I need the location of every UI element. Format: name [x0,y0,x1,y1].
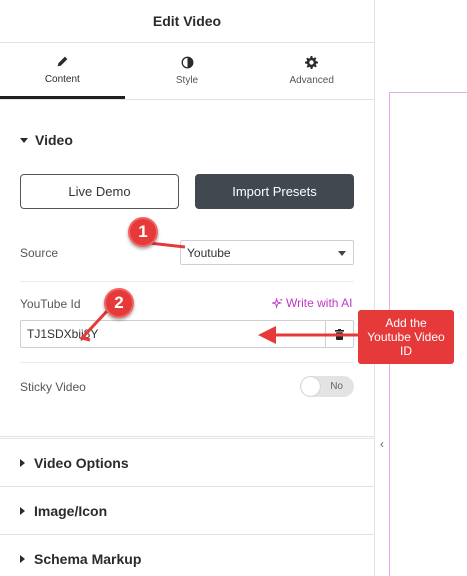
preset-buttons: Live Demo Import Presets [20,174,354,209]
youtube-id-field [20,320,354,348]
tab-style[interactable]: Style [125,43,250,99]
tab-content[interactable]: Content [0,43,125,99]
divider [20,281,354,282]
write-with-ai-label: Write with AI [286,296,353,310]
import-presets-button[interactable]: Import Presets [195,174,354,209]
trash-icon [335,328,344,340]
divider [20,362,354,363]
tab-advanced-label: Advanced [289,75,334,86]
sticky-video-label: Sticky Video [20,380,86,394]
section-video-options[interactable]: Video Options [0,438,374,486]
section-image-icon-title: Image/Icon [34,502,108,519]
tab-advanced[interactable]: Advanced [249,43,374,99]
caret-right-icon [20,458,25,467]
youtube-id-input[interactable] [21,321,325,347]
youtube-id-label: YouTube Id [20,297,81,311]
section-schema-markup-title: Schema Markup [34,550,142,567]
caret-right-icon [20,554,25,563]
half-circle-icon [181,56,193,69]
source-label: Source [20,246,59,260]
write-with-ai-link[interactable]: Write with AI [272,296,352,310]
caret-right-icon [20,506,25,515]
caret-down-icon [20,137,28,143]
chevron-down-icon [338,251,346,256]
annotation-callout: Add the Youtube Video ID [358,310,454,364]
toggle-text: No [330,381,343,392]
gear-icon [305,56,319,69]
tab-content-label: Content [44,73,80,85]
pencil-icon [57,56,68,66]
editor-root: Edit Video Content Style Advanced Video … [0,0,467,576]
source-select-value: Youtube [187,245,231,260]
panel-title: Edit Video [152,13,222,29]
section-video-title: Video [35,132,73,148]
toggle-knob [301,377,320,396]
panel-header: Edit Video [0,0,374,43]
clear-button[interactable] [325,321,353,347]
section-image-icon[interactable]: Image/Icon [0,486,374,534]
sparkle-icon [272,297,283,309]
source-select[interactable]: Youtube [180,240,354,265]
tab-style-label: Style [175,75,199,86]
section-video-options-title: Video Options [34,454,129,471]
edit-panel: Edit Video Content Style Advanced Video … [0,0,375,576]
annotation-badge-2: 2 [104,288,134,318]
sticky-video-toggle[interactable]: No [300,376,354,397]
collapse-panel-button[interactable]: ‹ [375,433,389,455]
tab-bar: Content Style Advanced [0,43,374,100]
section-schema-markup[interactable]: Schema Markup [0,534,374,576]
section-video-toggle[interactable]: Video [20,100,354,180]
live-demo-button[interactable]: Live Demo [20,174,179,209]
chevron-left-icon: ‹ [380,437,384,451]
annotation-badge-1: 1 [128,217,158,247]
